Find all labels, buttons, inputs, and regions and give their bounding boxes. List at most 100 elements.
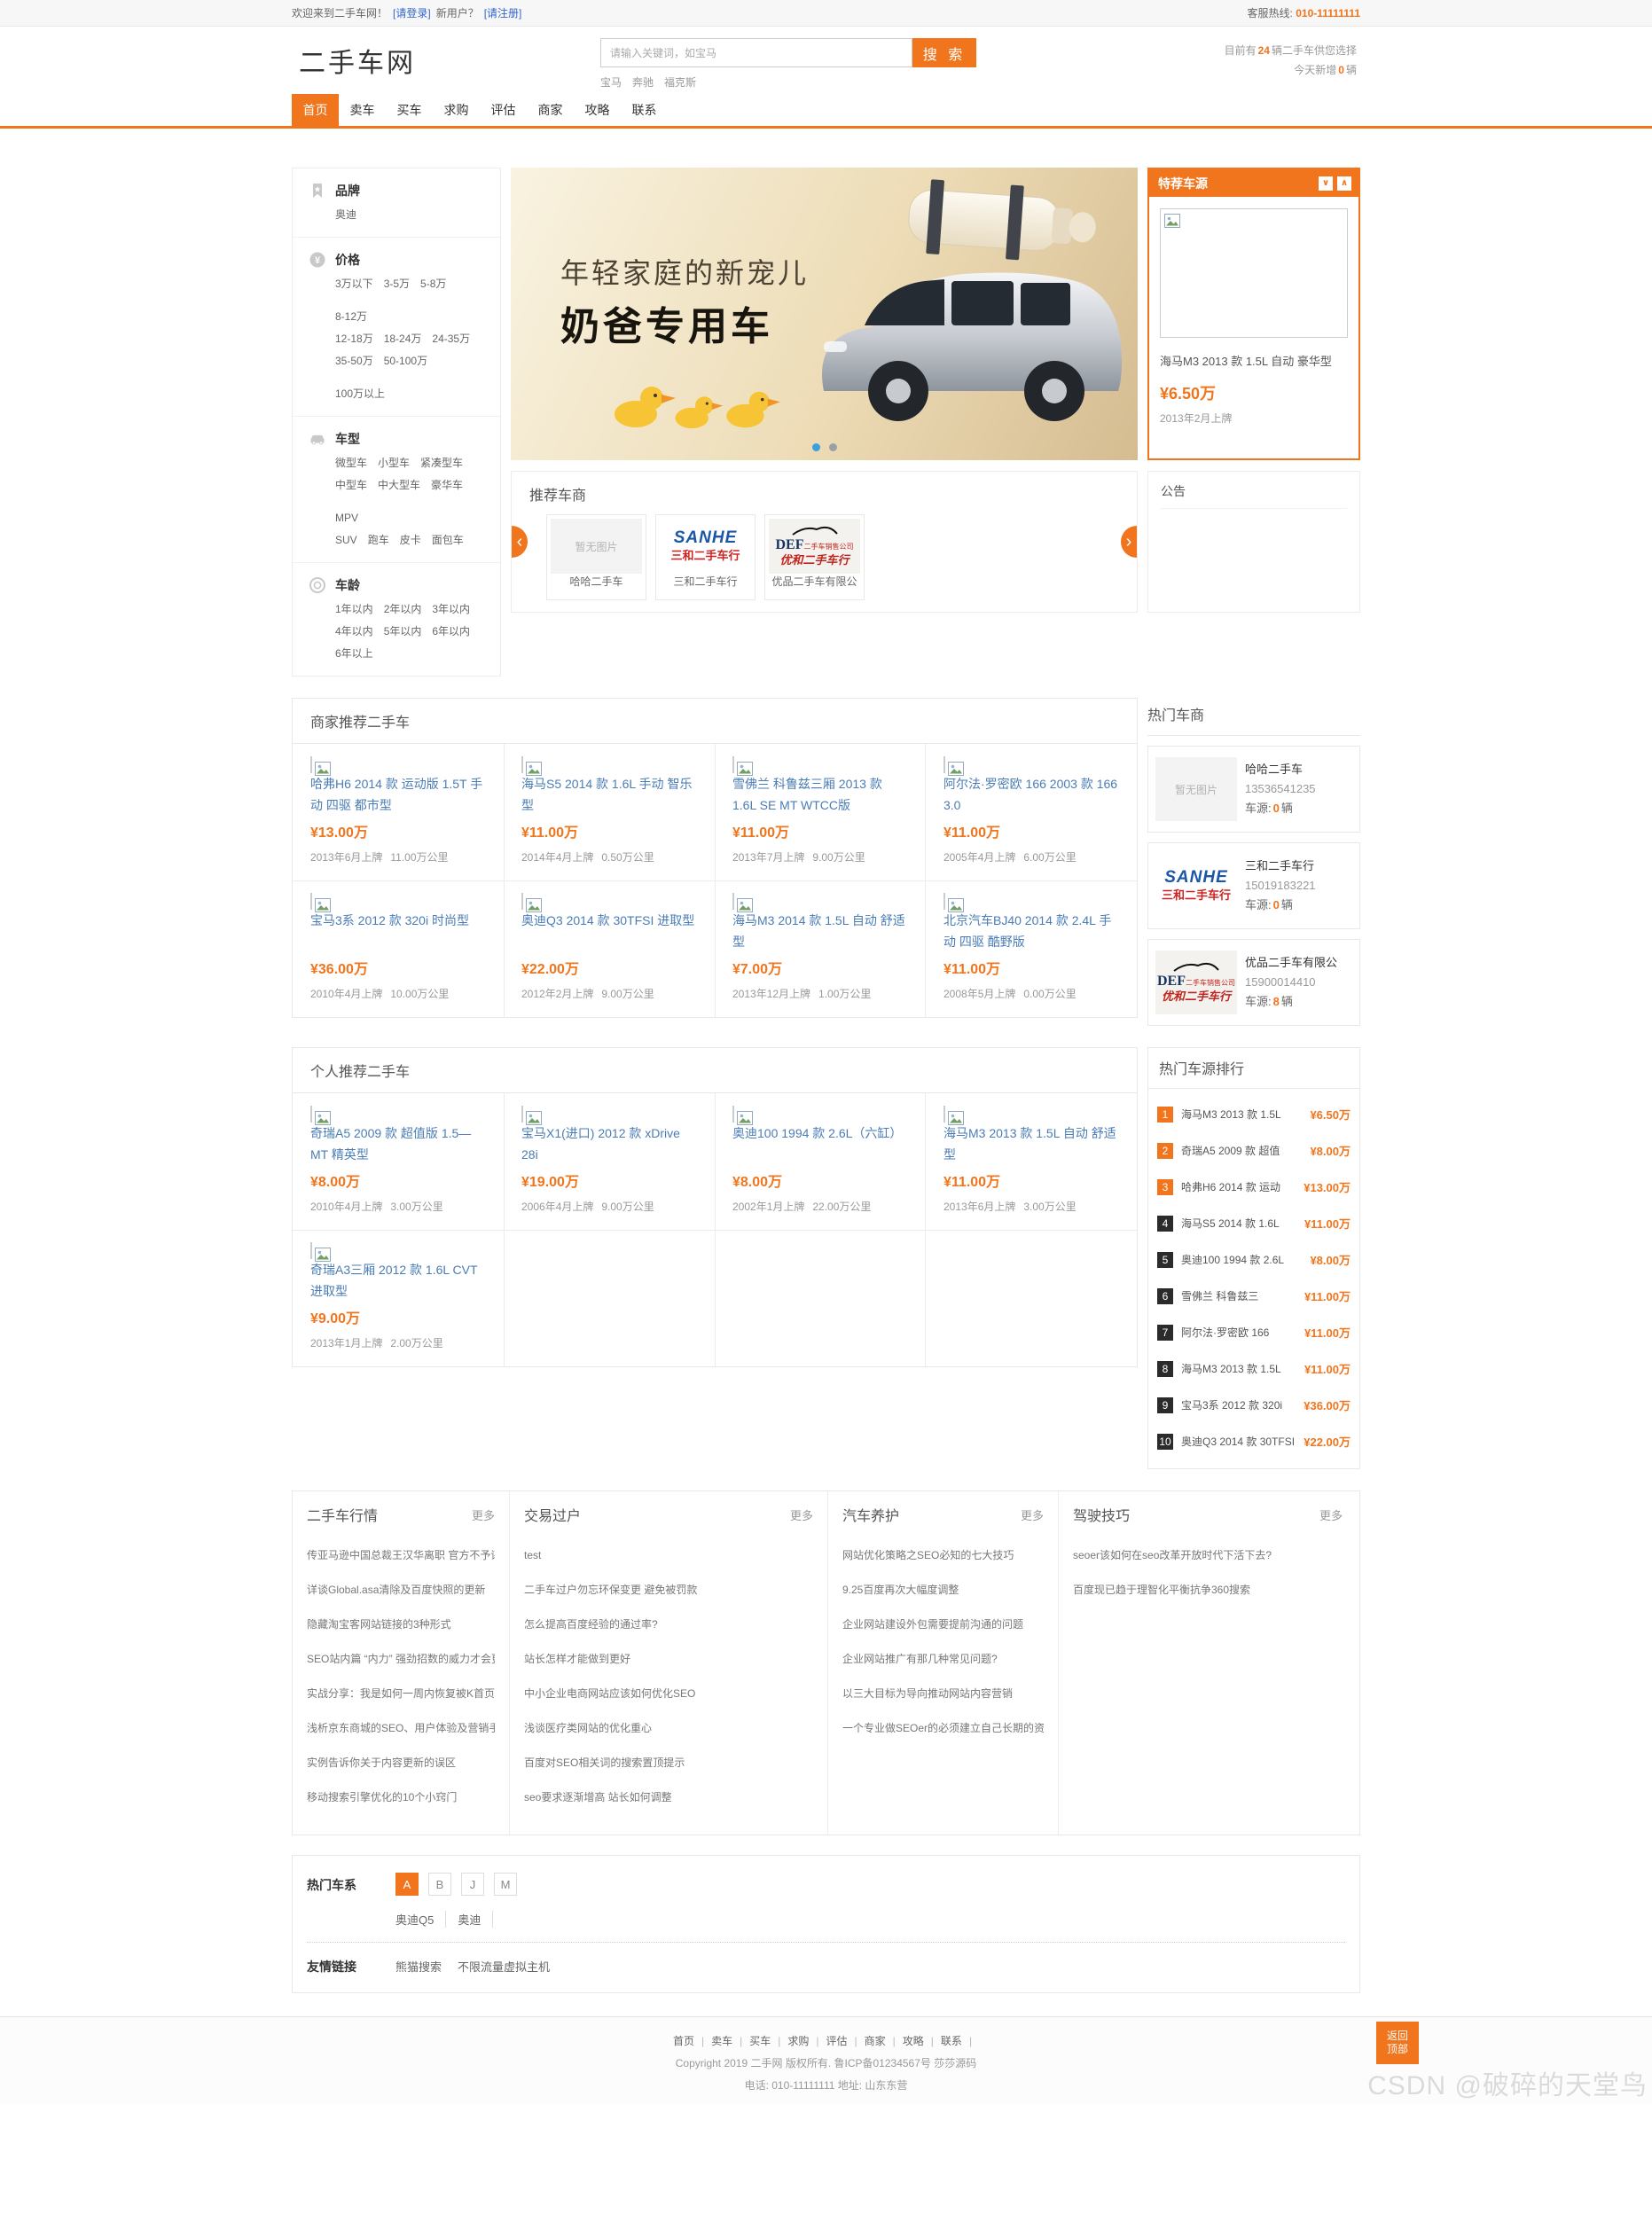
car-title[interactable]: 雪佛兰 科鲁兹三厢 2013 款 1.6L SE MT WTCC版	[732, 773, 908, 816]
filter-link[interactable]: 6年以内	[432, 621, 470, 643]
footer-nav-link[interactable]: 求购	[787, 2030, 826, 2053]
filter-link[interactable]: 35-50万	[335, 350, 373, 372]
article-link[interactable]: 站长怎样才能做到更好	[524, 1642, 813, 1677]
car-title[interactable]: 奥迪100 1994 款 2.6L（六缸）	[732, 1123, 908, 1165]
dealer-card[interactable]: DEF二手车销售公司 优和二手车行 优品二手车有限公	[764, 514, 865, 600]
article-link[interactable]: 实例告诉你关于内容更新的误区	[307, 1746, 495, 1780]
article-link[interactable]: 企业网站推广有那几种常见问题?	[842, 1642, 1044, 1677]
filter-link[interactable]: 紧凑型车	[420, 452, 463, 474]
article-link[interactable]: 传亚马逊中国总裁王汉华离职 官方不予评论	[307, 1538, 495, 1573]
banner-dot[interactable]	[829, 443, 837, 451]
car-title[interactable]: 海马S5 2014 款 1.6L 手动 智乐型	[521, 773, 697, 816]
filter-link[interactable]: 18-24万	[384, 328, 422, 350]
article-link[interactable]: 百度现已趋于理智化平衡抗争360搜索	[1073, 1573, 1343, 1608]
article-link[interactable]: test	[524, 1538, 813, 1573]
scroll-up-icon[interactable]: ∧	[1337, 176, 1351, 191]
dealer-card[interactable]: SANHE 三和二手车行 三和二手车行	[655, 514, 756, 600]
car-title[interactable]: 阿尔法·罗密欧 166 2003 款 166 3.0	[943, 773, 1119, 816]
car-image[interactable]	[1160, 208, 1348, 338]
nav-item[interactable]: 卖车	[339, 94, 386, 126]
ranking-row[interactable]: 7 阿尔法·罗密欧 166 ¥11.00万	[1157, 1314, 1351, 1350]
series-letter-tab[interactable]: A	[395, 1873, 419, 1896]
car-image[interactable]	[943, 893, 945, 910]
car-image[interactable]	[310, 893, 312, 910]
nav-item[interactable]: 评估	[480, 94, 527, 126]
filter-link[interactable]: MPV	[335, 507, 358, 529]
site-logo[interactable]: 二手车网	[299, 41, 416, 80]
car-title[interactable]: 奥迪Q3 2014 款 30TFSI 进取型	[521, 910, 697, 952]
filter-link[interactable]: 面包车	[432, 529, 464, 552]
car-image[interactable]	[732, 756, 734, 773]
filter-link[interactable]: 4年以内	[335, 621, 373, 643]
article-link[interactable]: seo要求逐渐增高 站长如何调整	[524, 1780, 813, 1815]
hot-keyword-link[interactable]: 福克斯	[664, 74, 696, 90]
article-link[interactable]: 9.25百度再次大幅度调整	[842, 1573, 1044, 1608]
car-image[interactable]	[943, 1106, 945, 1123]
filter-link[interactable]: 6年以上	[335, 643, 373, 665]
dealer-card[interactable]: 暂无图片 哈哈二手车 13536541235 车源:0辆	[1147, 746, 1360, 833]
car-title[interactable]: 海马M3 2014 款 1.5L 自动 舒适型	[732, 910, 908, 952]
dealer-card[interactable]: SANHE 三和二手车行 三和二手车行 15019183221 车源:0辆	[1147, 842, 1360, 929]
nav-item[interactable]: 首页	[292, 94, 339, 126]
filter-link[interactable]: 中型车	[335, 474, 367, 497]
register-link[interactable]: [请注册]	[484, 5, 522, 20]
article-link[interactable]: 一个专业做SEOer的必须建立自己长期的资源	[842, 1711, 1044, 1746]
car-title[interactable]: 奇瑞A5 2009 款 超值版 1.5—MT 精英型	[310, 1123, 486, 1165]
car-title[interactable]: 北京汽车BJ40 2014 款 2.4L 手动 四驱 酷野版	[943, 910, 1119, 952]
nav-item[interactable]: 求购	[433, 94, 480, 126]
filter-link[interactable]: 2年以内	[384, 598, 422, 621]
hot-keyword-link[interactable]: 奔驰	[632, 74, 654, 90]
article-link[interactable]: SEO站内篇 “内力” 强劲招数的威力才会更大	[307, 1642, 495, 1677]
article-link[interactable]: 以三大目标为导向推动网站内容营销	[842, 1677, 1044, 1711]
series-link[interactable]: 奥迪Q5	[395, 1911, 446, 1928]
car-title[interactable]: 海马M3 2013 款 1.5L 自动 豪华型	[1160, 351, 1348, 372]
article-link[interactable]: 企业网站建设外包需要提前沟通的问题	[842, 1608, 1044, 1642]
scroll-down-icon[interactable]: ∨	[1319, 176, 1333, 191]
car-title[interactable]: 宝马3系 2012 款 320i 时尚型	[310, 910, 486, 952]
footer-nav-link[interactable]: 评估	[826, 2030, 865, 2053]
footer-nav-link[interactable]: 首页	[673, 2030, 711, 2053]
car-image[interactable]	[521, 893, 523, 910]
article-link[interactable]: 浅析京东商城的SEO、用户体验及营销手段(一)	[307, 1711, 495, 1746]
search-button[interactable]: 搜 索	[912, 38, 976, 67]
article-link[interactable]: 中小企业电商网站应该如何优化SEO	[524, 1677, 813, 1711]
car-image[interactable]	[521, 756, 523, 773]
friend-link[interactable]: 熊猫搜索	[395, 1958, 442, 1975]
filter-link[interactable]: SUV	[335, 529, 357, 552]
car-image[interactable]	[310, 1242, 312, 1259]
nav-item[interactable]: 攻略	[574, 94, 621, 126]
hero-banner[interactable]: 年轻家庭的新宠儿 奶爸专用车	[511, 168, 1138, 460]
filter-link[interactable]: 50-100万	[384, 350, 427, 372]
filter-link[interactable]: 小型车	[378, 452, 410, 474]
ranking-row[interactable]: 3 哈弗H6 2014 款 运动 ¥13.00万	[1157, 1169, 1351, 1205]
series-letter-tab[interactable]: J	[461, 1873, 484, 1896]
nav-item[interactable]: 买车	[386, 94, 433, 126]
article-link[interactable]: 详谈Global.asa清除及百度快照的更新	[307, 1573, 495, 1608]
footer-nav-link[interactable]: 联系	[941, 2030, 979, 2053]
footer-nav-link[interactable]: 商家	[865, 2030, 903, 2053]
nav-item[interactable]: 商家	[527, 94, 574, 126]
article-link[interactable]: 实战分享：我是如何一周内恢复被K首页的	[307, 1677, 495, 1711]
article-link[interactable]: 移动搜索引擎优化的10个小窍门	[307, 1780, 495, 1815]
series-letter-tab[interactable]: B	[428, 1873, 451, 1896]
filter-link[interactable]: 豪华车	[431, 474, 463, 497]
car-image[interactable]	[521, 1106, 523, 1123]
ranking-row[interactable]: 8 海马M3 2013 款 1.5L ¥11.00万	[1157, 1350, 1351, 1387]
filter-link[interactable]: 12-18万	[335, 328, 373, 350]
footer-nav-link[interactable]: 买车	[749, 2030, 787, 2053]
car-image[interactable]	[310, 756, 312, 773]
carousel-prev-icon[interactable]: ‹	[512, 526, 528, 558]
filter-link[interactable]: 3万以下	[335, 273, 373, 295]
article-link[interactable]: seoer该如何在seo改革开放时代下活下去?	[1073, 1538, 1343, 1573]
article-link[interactable]: 怎么提高百度经验的通过率?	[524, 1608, 813, 1642]
more-link[interactable]: 更多	[790, 1506, 813, 1523]
hot-keyword-link[interactable]: 宝马	[600, 74, 622, 90]
ranking-row[interactable]: 9 宝马3系 2012 款 320i ¥36.00万	[1157, 1387, 1351, 1423]
dealer-card[interactable]: DEF二手车销售公司 优和二手车行 优品二手车有限公 15900014410 车…	[1147, 939, 1360, 1026]
filter-link[interactable]: 3-5万	[384, 273, 410, 295]
article-link[interactable]: 百度对SEO相关词的搜索置顶提示	[524, 1746, 813, 1780]
nav-item[interactable]: 联系	[621, 94, 668, 126]
more-link[interactable]: 更多	[1319, 1506, 1343, 1523]
series-link[interactable]: 奥迪	[458, 1911, 493, 1928]
filter-link[interactable]: 皮卡	[400, 529, 421, 552]
